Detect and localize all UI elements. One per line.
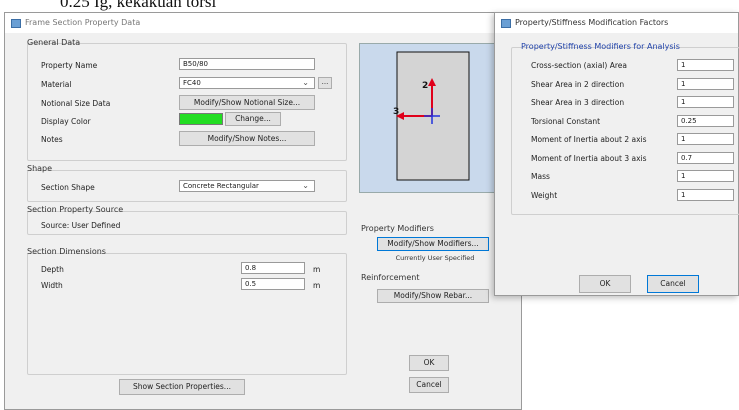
- change-color-button[interactable]: Change...: [225, 112, 281, 126]
- dimensions-title: Section Dimensions: [27, 247, 106, 256]
- app-icon: [501, 19, 511, 28]
- property-name-label: Property Name: [41, 61, 98, 70]
- display-color-label: Display Color: [41, 117, 91, 126]
- dialog-ok-button[interactable]: OK: [579, 275, 631, 293]
- modifiers-status-text: Currently User Specified: [395, 254, 475, 262]
- modifier-input[interactable]: 1: [677, 96, 734, 108]
- modifier-input[interactable]: 1: [677, 77, 734, 90]
- width-unit: m: [313, 281, 321, 290]
- modifier-label: Shear Area in 3 direction: [531, 98, 625, 107]
- chevron-down-icon: ⌄: [302, 181, 309, 190]
- width-label: Width: [41, 281, 63, 290]
- modifier-label: Torsional Constant: [531, 116, 601, 126]
- material-more-button[interactable]: ...: [318, 77, 332, 89]
- property-name-input[interactable]: B50/80: [179, 58, 315, 70]
- frame-section-window: Frame Section Property Data General Data…: [4, 12, 522, 410]
- dialog-cancel-button[interactable]: Cancel: [647, 275, 699, 293]
- section-shape-value: Concrete Rectangular: [183, 182, 259, 190]
- general-data-title: General Data: [27, 38, 81, 47]
- display-color-swatch: [179, 113, 223, 125]
- modify-show-rebar-button[interactable]: Modify/Show Rebar...: [377, 289, 489, 303]
- modifier-label: Shear Area in 2 direction: [531, 79, 625, 89]
- source-title: Section Property Source: [27, 205, 124, 214]
- depth-input[interactable]: 0.8: [241, 262, 305, 274]
- window-title: Frame Section Property Data: [25, 18, 141, 27]
- modifier-label: Cross-section (axial) Area: [531, 61, 627, 70]
- section-shape-label: Section Shape: [41, 183, 95, 192]
- reinforcement-title: Reinforcement: [361, 273, 420, 282]
- axis2-label: 2: [422, 81, 428, 91]
- modifier-input[interactable]: 1: [677, 188, 734, 201]
- modifier-input[interactable]: 1: [677, 170, 734, 182]
- modifier-label: Moment of Inertia about 2 axis: [531, 135, 647, 144]
- show-section-properties-button[interactable]: Show Section Properties...: [119, 379, 245, 395]
- app-icon: [11, 19, 21, 28]
- notes-button[interactable]: Modify/Show Notes...: [179, 131, 315, 146]
- chevron-down-icon: ⌄: [302, 78, 309, 87]
- modifier-input[interactable]: 0.25: [677, 114, 734, 127]
- modifier-label: Moment of Inertia about 3 axis: [531, 153, 647, 163]
- dialog-titlebar: Property/Stiffness Modification Factors: [495, 13, 738, 33]
- modifier-input[interactable]: 1: [677, 59, 734, 71]
- modifier-label: Mass: [531, 172, 550, 181]
- modifier-input[interactable]: 1: [677, 133, 734, 145]
- modification-factors-dialog: Property/Stiffness Modification Factors …: [494, 12, 739, 296]
- modify-show-modifiers-button[interactable]: Modify/Show Modifiers...: [377, 237, 489, 251]
- modifiers-group-title: Property/Stiffness Modifiers for Analysi…: [521, 42, 680, 51]
- axis3-label: 3: [393, 107, 399, 117]
- notional-size-label: Notional Size Data: [41, 99, 111, 108]
- depth-label: Depth: [41, 265, 64, 274]
- dialog-title: Property/Stiffness Modification Factors: [515, 18, 669, 27]
- section-shape-dropdown[interactable]: Concrete Rectangular ⌄: [179, 180, 315, 192]
- material-value: FC40: [183, 79, 201, 87]
- material-label: Material: [41, 80, 72, 89]
- section-preview: 2 3: [359, 43, 503, 193]
- cancel-button[interactable]: Cancel: [409, 377, 449, 393]
- material-dropdown[interactable]: FC40 ⌄: [179, 77, 315, 89]
- source-text: Source: User Defined: [41, 221, 121, 230]
- shape-title: Shape: [27, 164, 53, 173]
- property-modifiers-title: Property Modifiers: [361, 224, 434, 233]
- ok-button[interactable]: OK: [409, 355, 449, 371]
- section-diagram: 2 3: [393, 51, 470, 181]
- width-input[interactable]: 0.5: [241, 278, 305, 290]
- modifier-label: Weight: [531, 190, 558, 200]
- modifier-input[interactable]: 0.7: [677, 151, 734, 164]
- notional-size-button[interactable]: Modify/Show Notional Size...: [179, 95, 315, 110]
- window-titlebar: Frame Section Property Data: [5, 13, 521, 33]
- depth-unit: m: [313, 265, 321, 274]
- notes-label: Notes: [41, 135, 63, 144]
